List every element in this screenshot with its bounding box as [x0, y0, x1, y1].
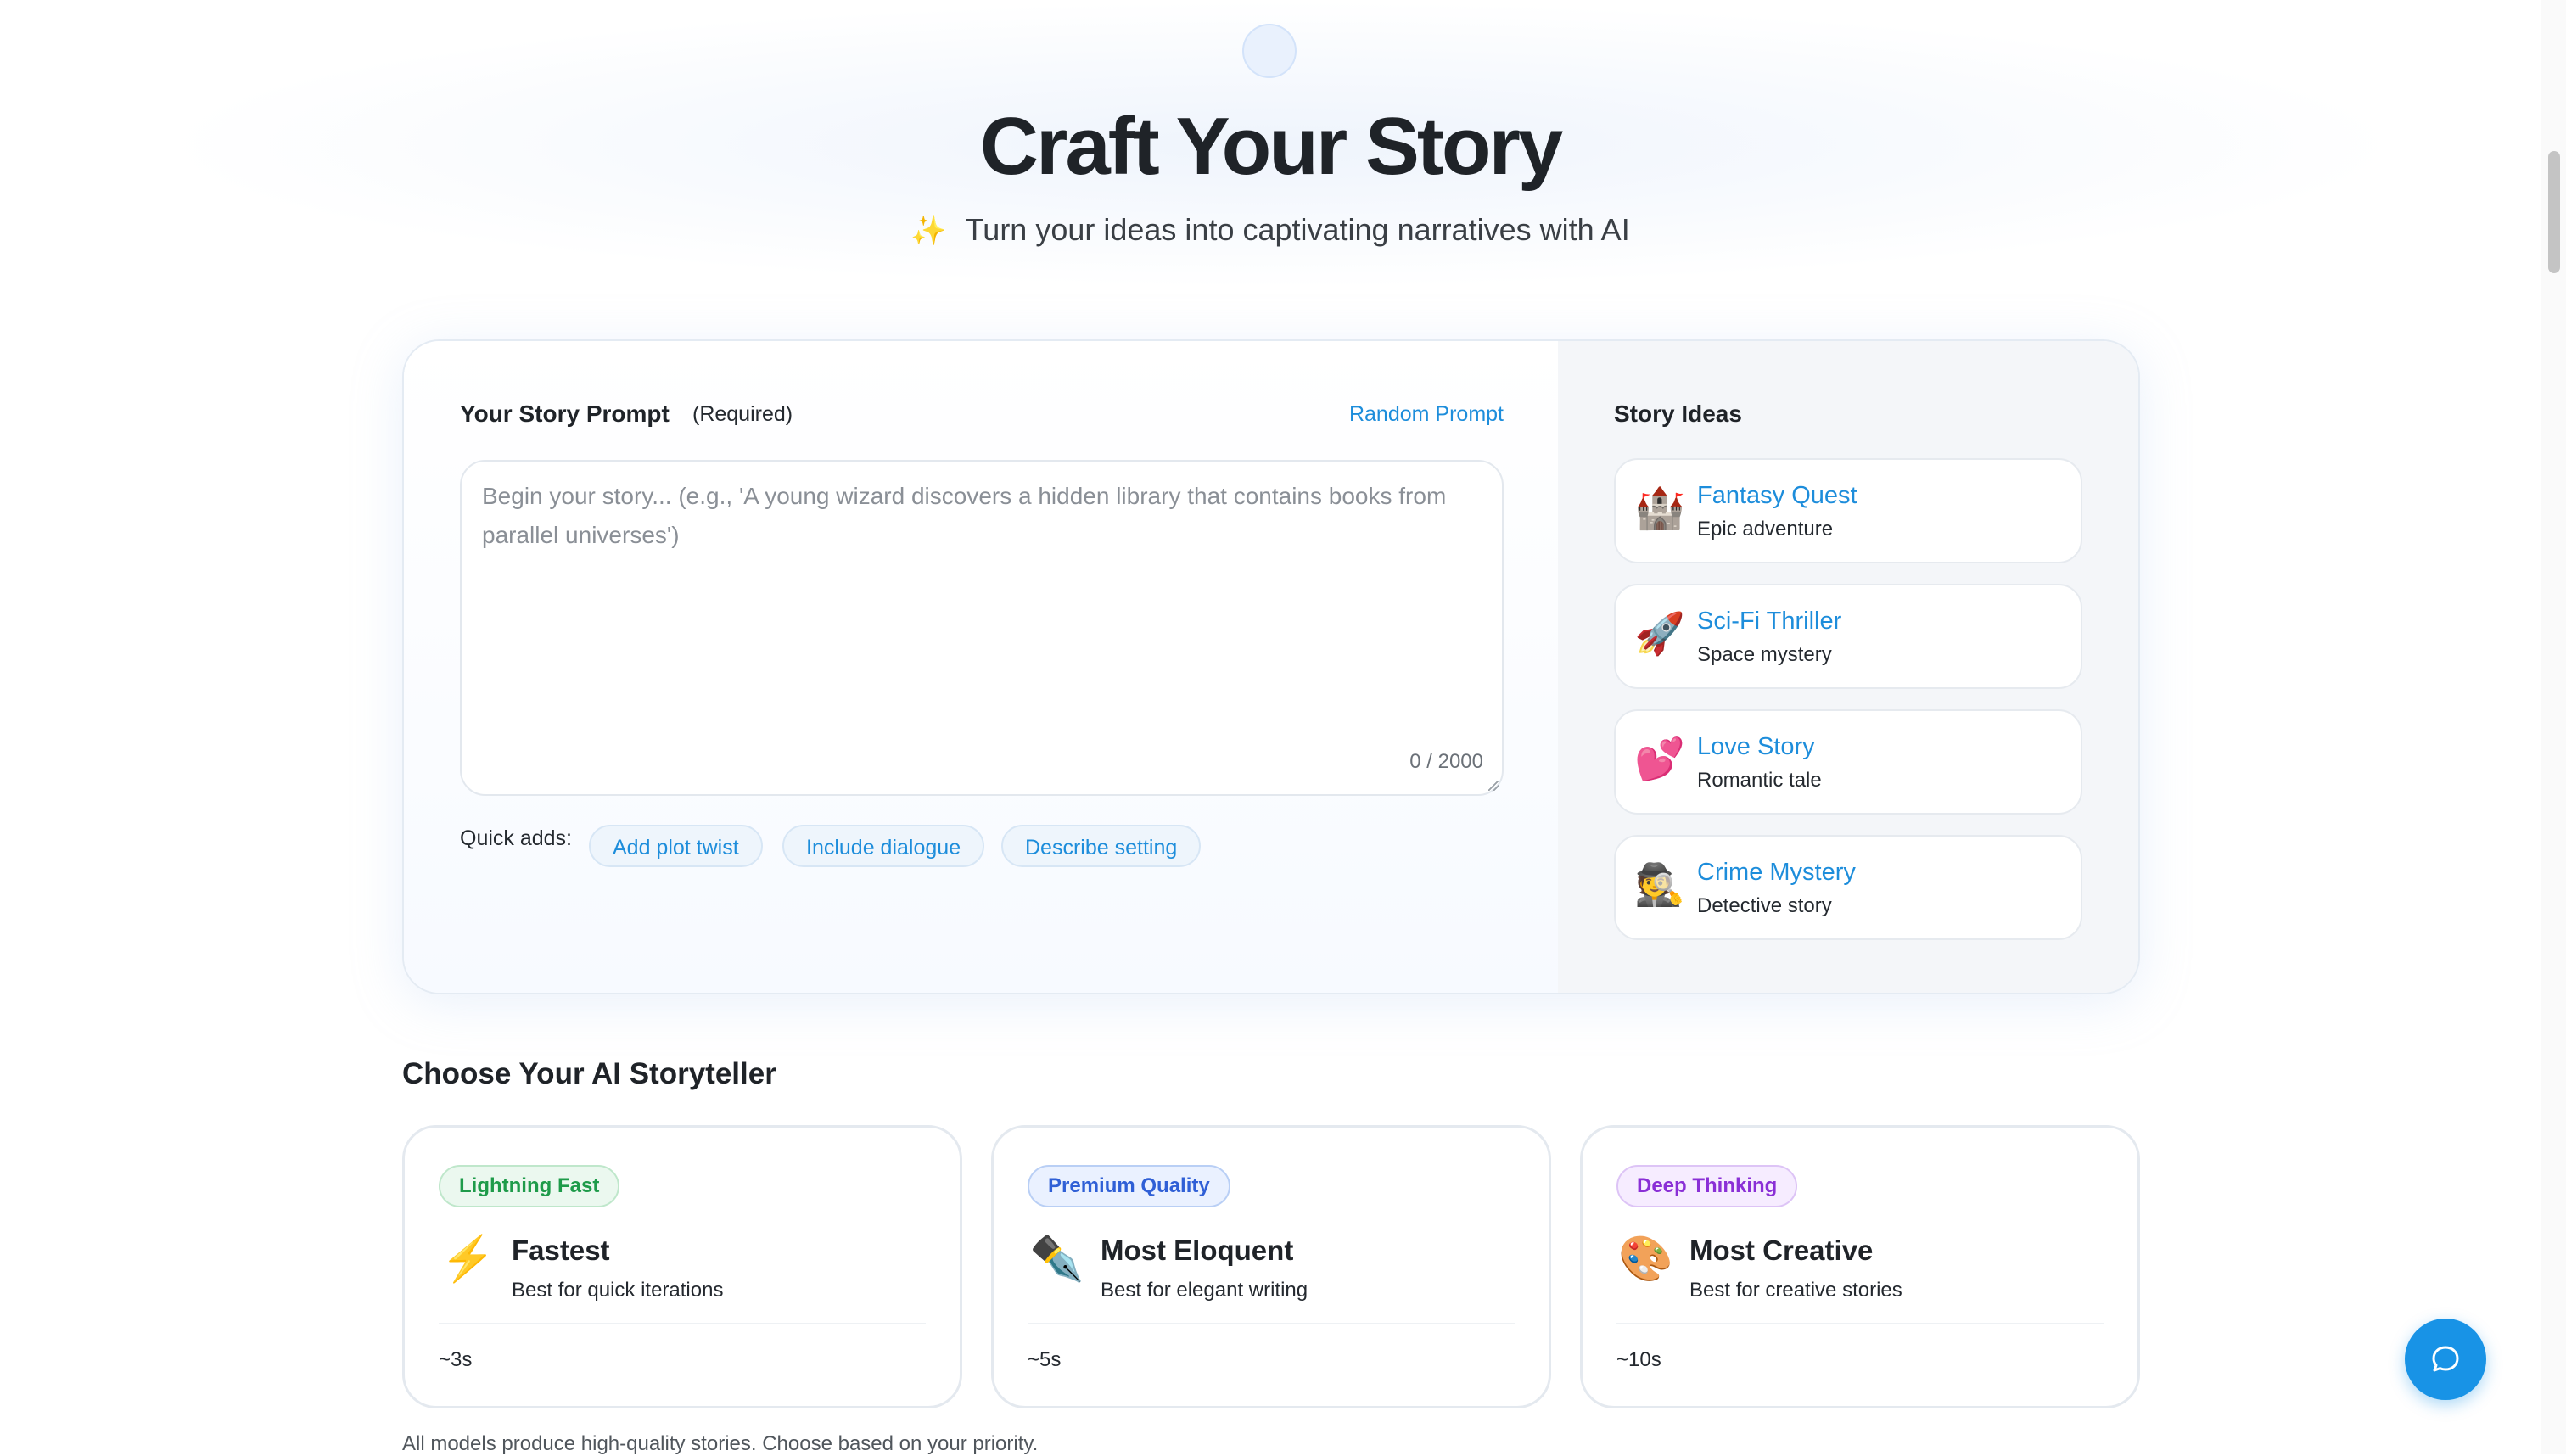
story-ideas-title: Story Ideas	[1614, 400, 1742, 427]
quick-add-plot-twist-button[interactable]: Add plot twist	[589, 825, 763, 867]
decorative-orb	[1242, 24, 1297, 78]
model-description: Best for creative stories	[1689, 1279, 1902, 1302]
page-scrollbar[interactable]	[2541, 0, 2566, 1454]
story-idea-sci-fi-thriller[interactable]: 🚀 Sci-Fi Thriller Space mystery	[1614, 584, 2082, 689]
random-prompt-link[interactable]: Random Prompt	[1349, 402, 1504, 427]
model-description: Best for elegant writing	[1101, 1279, 1308, 1302]
story-idea-love-story[interactable]: 💕 Love Story Romantic tale	[1614, 709, 2082, 815]
prompt-panel: Your Story Prompt (Required) Random Prom…	[404, 341, 1558, 993]
story-ideas-panel: Story Ideas 🏰 Fantasy Quest Epic adventu…	[1558, 341, 2138, 993]
character-counter: 0 / 2000	[1409, 750, 1483, 773]
model-time-estimate: ~3s	[439, 1348, 473, 1371]
page-title: Craft Your Story	[979, 101, 1564, 192]
story-idea-subtitle: Romantic tale	[1697, 769, 1822, 792]
story-prompt-textarea[interactable]: Begin your story... (e.g., 'A young wiza…	[460, 460, 1504, 796]
palette-icon: 🎨	[1618, 1235, 1673, 1284]
story-prompt-card: Your Story Prompt (Required) Random Prom…	[402, 339, 2140, 994]
models-footnote: All models produce high-quality stories.…	[402, 1432, 1039, 1455]
sparkles-icon: ✨	[910, 215, 947, 247]
story-idea-title: Love Story	[1697, 733, 1815, 760]
story-idea-subtitle: Detective story	[1697, 894, 1832, 917]
model-name: Most Creative	[1689, 1235, 1874, 1266]
detective-icon: 🕵️	[1634, 863, 1685, 908]
prompt-required-label: (Required)	[692, 402, 793, 426]
scrollbar-thumb[interactable]	[2548, 151, 2560, 273]
divider	[439, 1323, 926, 1324]
story-idea-subtitle: Epic adventure	[1697, 518, 1834, 540]
story-idea-title: Sci-Fi Thriller	[1697, 608, 1842, 635]
prompt-label: Your Story Prompt	[460, 400, 670, 427]
story-idea-crime-mystery[interactable]: 🕵️ Crime Mystery Detective story	[1614, 835, 2082, 940]
status-badge: Lightning Fast	[439, 1165, 620, 1207]
lightning-icon: ⚡	[440, 1235, 496, 1284]
story-idea-fantasy-quest[interactable]: 🏰 Fantasy Quest Epic adventure	[1614, 458, 2082, 563]
model-name: Fastest	[512, 1235, 610, 1266]
textarea-placeholder: Begin your story... (e.g., 'A young wiza…	[482, 483, 1447, 548]
page-subtitle: ✨ Turn your ideas into captivating narrat…	[0, 212, 2541, 248]
status-badge: Deep Thinking	[1616, 1165, 1798, 1207]
model-time-estimate: ~10s	[1616, 1348, 1661, 1371]
pen-nib-icon: ✒️	[1029, 1235, 1084, 1284]
model-card-most-eloquent[interactable]: Premium Quality ✒️ Most Eloquent Best fo…	[991, 1125, 1551, 1408]
castle-icon: 🏰	[1634, 486, 1685, 531]
quick-adds-label: Quick adds:	[460, 826, 573, 850]
chat-bubble-icon	[2432, 1346, 2459, 1372]
resize-handle[interactable]	[1488, 781, 1499, 791]
storyteller-section-title: Choose Your AI Storyteller	[402, 1057, 776, 1090]
story-idea-subtitle: Space mystery	[1697, 643, 1832, 666]
model-card-most-creative[interactable]: Deep Thinking 🎨 Most Creative Best for c…	[1580, 1125, 2140, 1408]
divider	[1028, 1323, 1515, 1324]
quick-add-dialogue-button[interactable]: Include dialogue	[782, 825, 985, 867]
model-description: Best for quick iterations	[512, 1279, 724, 1302]
story-idea-title: Crime Mystery	[1697, 859, 1856, 886]
story-idea-title: Fantasy Quest	[1697, 482, 1857, 509]
status-badge: Premium Quality	[1028, 1165, 1230, 1207]
model-name: Most Eloquent	[1101, 1235, 1294, 1266]
hearts-icon: 💕	[1634, 737, 1685, 782]
model-time-estimate: ~5s	[1028, 1348, 1062, 1371]
divider	[1616, 1323, 2104, 1324]
chat-button[interactable]	[2405, 1319, 2486, 1400]
quick-add-setting-button[interactable]: Describe setting	[1001, 825, 1202, 867]
rocket-icon: 🚀	[1634, 612, 1685, 657]
subtitle-text: Turn your ideas into captivating narrati…	[965, 212, 1630, 247]
model-card-fastest[interactable]: Lightning Fast ⚡ Fastest Best for quick …	[402, 1125, 962, 1408]
